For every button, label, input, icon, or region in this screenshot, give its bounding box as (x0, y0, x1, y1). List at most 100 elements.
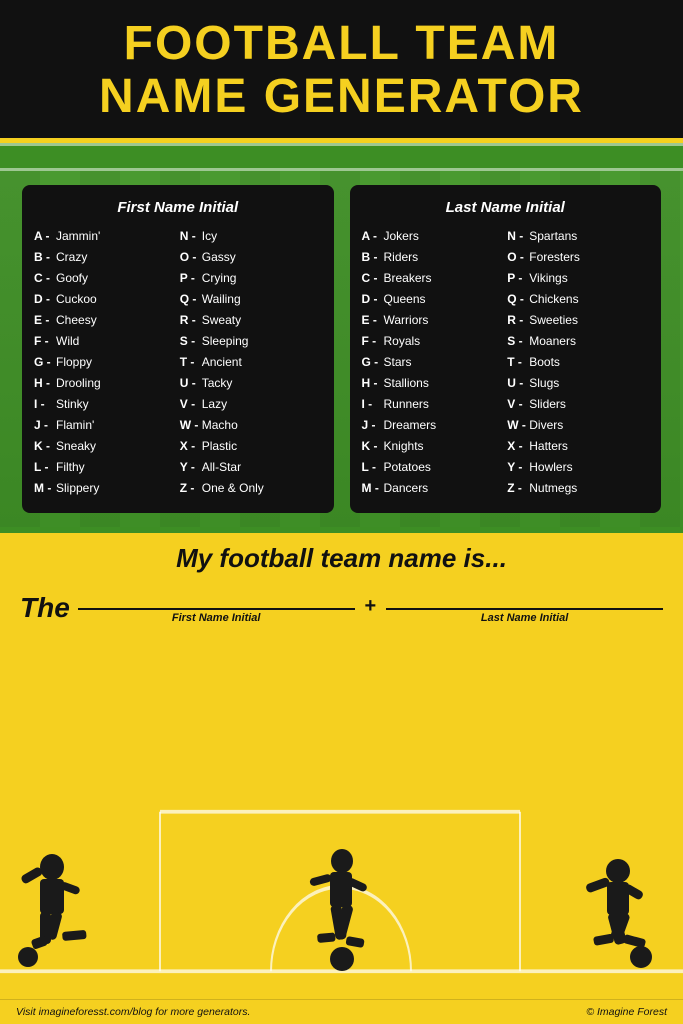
title-line2: NAME GENERATOR (99, 70, 584, 123)
header: FOOTBALL TEAM NAME GENERATOR (0, 0, 683, 143)
row-val: Goofy (56, 268, 88, 289)
row-val: Dancers (384, 478, 429, 499)
first-name-col2: N -IcyO -GassyP -CryingQ -WailingR -Swea… (180, 226, 322, 499)
row-val: Spartans (529, 226, 577, 247)
footer-left: Visit imagineforesst.com/blog for more g… (16, 1006, 250, 1018)
row-val: Divers (529, 415, 563, 436)
row-key: B - (362, 247, 384, 268)
row-key: I - (34, 394, 56, 415)
table-row: K -Sneaky (34, 436, 176, 457)
plus-sign: + (365, 595, 377, 618)
header-title: FOOTBALL TEAM NAME GENERATOR (20, 18, 663, 124)
table-row: D -Cuckoo (34, 289, 176, 310)
first-initial-line (78, 582, 355, 610)
row-key: Y - (507, 457, 529, 478)
row-val: Floppy (56, 352, 92, 373)
table-row: G -Stars (362, 352, 504, 373)
row-key: C - (34, 268, 56, 289)
last-name-col2: N -SpartansO -ForestersP -VikingsQ -Chic… (507, 226, 649, 499)
row-key: T - (180, 352, 202, 373)
row-val: Drooling (56, 373, 101, 394)
row-val: Icy (202, 226, 217, 247)
title-line1: FOOTBALL TEAM (124, 17, 560, 70)
row-key: N - (507, 226, 529, 247)
row-key: E - (34, 310, 56, 331)
row-key: Z - (507, 478, 529, 499)
table-row: H -Drooling (34, 373, 176, 394)
table-row: E -Cheesy (34, 310, 176, 331)
table-row: P -Vikings (507, 268, 649, 289)
row-key: F - (362, 331, 384, 352)
row-key: M - (34, 478, 56, 499)
row-key: V - (180, 394, 202, 415)
first-name-col1: A -Jammin'B -CrazyC -GoofyD -CuckooE -Ch… (34, 226, 176, 499)
row-key: P - (180, 268, 202, 289)
table-row: O -Gassy (180, 247, 322, 268)
last-name-col1: A -JokersB -RidersC -BreakersD -QueensE … (362, 226, 504, 499)
table-row: C -Goofy (34, 268, 176, 289)
table-row: T -Ancient (180, 352, 322, 373)
table-row: I -Runners (362, 394, 504, 415)
table-row: H -Stallions (362, 373, 504, 394)
row-val: Cuckoo (56, 289, 97, 310)
table-row: C -Breakers (362, 268, 504, 289)
main-container: FOOTBALL TEAM NAME GENERATOR First Name … (0, 0, 683, 1024)
table-row: J -Flamin' (34, 415, 176, 436)
table-row: W -Divers (507, 415, 649, 436)
row-key: U - (507, 373, 529, 394)
table-row: V -Sliders (507, 394, 649, 415)
first-name-table: First Name Initial A -Jammin'B -CrazyC -… (22, 185, 334, 513)
row-val: Royals (384, 331, 421, 352)
row-key: H - (362, 373, 384, 394)
row-key: D - (362, 289, 384, 310)
row-val: Sleeping (202, 331, 249, 352)
row-key: E - (362, 310, 384, 331)
table-row: J -Dreamers (362, 415, 504, 436)
table-row: A -Jammin' (34, 226, 176, 247)
row-val: Hatters (529, 436, 568, 457)
row-val: Knights (384, 436, 424, 457)
table-row: A -Jokers (362, 226, 504, 247)
row-val: Dreamers (384, 415, 437, 436)
table-row: N -Icy (180, 226, 322, 247)
row-val: Breakers (384, 268, 432, 289)
table-row: L -Filthy (34, 457, 176, 478)
table-row: Y -All-Star (180, 457, 322, 478)
row-val: Foresters (529, 247, 580, 268)
row-val: Filthy (56, 457, 85, 478)
player-left-silhouette (10, 839, 110, 969)
row-key: L - (362, 457, 384, 478)
row-key: A - (34, 226, 56, 247)
row-key: J - (362, 415, 384, 436)
row-key: G - (34, 352, 56, 373)
row-key: S - (507, 331, 529, 352)
row-val: Crying (202, 268, 237, 289)
table-row: R -Sweeties (507, 310, 649, 331)
row-key: P - (507, 268, 529, 289)
table-row: B -Crazy (34, 247, 176, 268)
row-val: Ancient (202, 352, 242, 373)
row-key: C - (362, 268, 384, 289)
row-key: V - (507, 394, 529, 415)
table-row: F -Royals (362, 331, 504, 352)
silhouettes-area (0, 624, 683, 999)
my-team-title: My football team name is... (0, 533, 683, 578)
row-key: B - (34, 247, 56, 268)
table-row: Z -One & Only (180, 478, 322, 499)
row-key: I - (362, 394, 384, 415)
table-row: T -Boots (507, 352, 649, 373)
table-row: V -Lazy (180, 394, 322, 415)
row-key: L - (34, 457, 56, 478)
row-key: R - (507, 310, 529, 331)
first-name-title: First Name Initial (34, 199, 322, 216)
table-row: U -Tacky (180, 373, 322, 394)
row-key: D - (34, 289, 56, 310)
row-key: H - (34, 373, 56, 394)
table-row: W -Macho (180, 415, 322, 436)
name-inputs: First Name Initial + Last Name Initial (78, 582, 663, 624)
table-row: O -Foresters (507, 247, 649, 268)
row-key: G - (362, 352, 384, 373)
row-val: All-Star (202, 457, 241, 478)
row-val: One & Only (202, 478, 264, 499)
row-val: Sneaky (56, 436, 96, 457)
